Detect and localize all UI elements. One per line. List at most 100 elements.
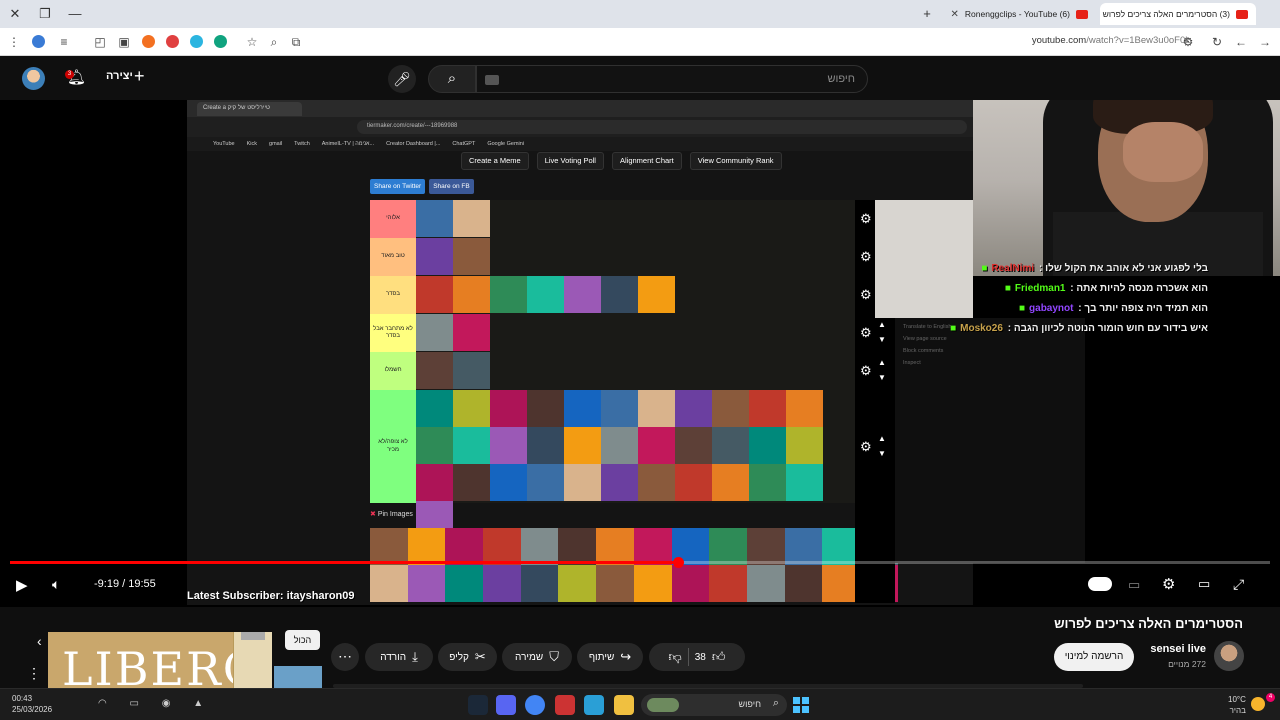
download-button[interactable]: ⤓ הורדה bbox=[365, 643, 433, 671]
more-actions-button[interactable]: ⋯ bbox=[331, 643, 359, 671]
streamer-thumbnail bbox=[453, 390, 490, 427]
streamer-thumbnail bbox=[749, 464, 786, 501]
telegram-icon[interactable] bbox=[584, 695, 604, 715]
extension-icon[interactable] bbox=[142, 35, 155, 48]
share-button[interactable]: ↪ שיתוף bbox=[577, 643, 643, 671]
tier-settings-icon: ⚙ bbox=[860, 287, 872, 302]
share-icon: ↪ bbox=[620, 649, 632, 664]
steam-icon[interactable] bbox=[468, 695, 488, 715]
chat-message: הוא אשכרה מנסה להיות אתה : Friedman1■ bbox=[1005, 283, 1208, 294]
theater-mode-icon[interactable]: ▭ bbox=[1198, 576, 1210, 592]
search-icon[interactable]: ⌕ bbox=[428, 65, 476, 93]
tier-tiles bbox=[416, 352, 886, 389]
more-vert-icon[interactable]: ⋮ bbox=[27, 665, 41, 682]
bookmark-star-icon[interactable]: ☆ bbox=[244, 34, 260, 50]
taskbar-search[interactable]: חיפוש ⌕ bbox=[641, 694, 787, 716]
streamer-thumbnail bbox=[453, 200, 490, 237]
streamer-thumbnail bbox=[675, 464, 712, 501]
recording-icon[interactable] bbox=[555, 695, 575, 715]
play-icon[interactable]: ▶ bbox=[16, 576, 28, 594]
channel-name[interactable]: sensei live bbox=[1150, 643, 1206, 655]
reload-icon[interactable]: ↻ bbox=[1209, 34, 1225, 50]
tab-active[interactable]: (3) הסטרימרים האלה צריכים לפרוש ✕ bbox=[1100, 3, 1256, 25]
tab-title: (3) הסטרימרים האלה צריכים לפרוש bbox=[1102, 9, 1230, 19]
minimize-window-icon[interactable]: — bbox=[66, 5, 84, 23]
tooltip: הכול bbox=[285, 630, 320, 650]
extension-icon[interactable] bbox=[214, 35, 227, 48]
chrome-icon[interactable] bbox=[525, 695, 545, 715]
site-info-icon[interactable]: ⚙ bbox=[1180, 34, 1196, 50]
streamer-thumbnail bbox=[453, 427, 490, 464]
pin-image bbox=[407, 565, 446, 602]
windows-start-icon[interactable] bbox=[793, 697, 809, 713]
install-app-icon[interactable]: ⧉ bbox=[288, 34, 304, 50]
menu-dots-icon[interactable]: ⋮ bbox=[6, 34, 22, 50]
chat-text: בלי לפגוע אני לא אוהב את הקול שלו bbox=[1045, 263, 1208, 274]
settings-icon[interactable]: ⚙ bbox=[1162, 575, 1175, 593]
extension-icon[interactable] bbox=[32, 35, 45, 48]
tab-list-icon[interactable]: ≡ bbox=[56, 34, 72, 50]
autoplay-toggle[interactable] bbox=[1088, 577, 1112, 591]
tier-label: אלוהי bbox=[370, 200, 416, 238]
account-avatar[interactable] bbox=[22, 67, 45, 90]
save-button[interactable]: ⛉ שמירה bbox=[502, 643, 572, 671]
forward-icon[interactable]: → bbox=[1257, 34, 1273, 50]
like-icon[interactable]: 👍︎ bbox=[712, 649, 726, 665]
extension-icon[interactable] bbox=[166, 35, 179, 48]
tab-inactive[interactable]: (6) Ronenggclips - YouTube ✕ bbox=[940, 3, 1096, 25]
inner-url: tiermaker.com/create/---18969988 bbox=[357, 120, 967, 134]
back-icon[interactable]: ← bbox=[1233, 34, 1249, 50]
dislike-icon[interactable]: 👎︎ bbox=[669, 649, 682, 665]
extensions-icon[interactable]: ◰ bbox=[92, 34, 108, 50]
close-window-icon[interactable]: ✕ bbox=[6, 5, 24, 23]
streamer-thumbnail bbox=[638, 390, 675, 427]
weather-widget[interactable]: 10°C בהיר bbox=[1228, 694, 1246, 716]
subscribe-button[interactable]: הרשמה למינוי bbox=[1054, 643, 1134, 671]
inner-bookmark: ChatGPT bbox=[452, 141, 476, 147]
chevron-down-icon: ▼ bbox=[878, 448, 886, 458]
create-plus-icon[interactable]: + bbox=[134, 66, 145, 87]
pin-images-grid bbox=[370, 528, 898, 602]
suggested-thumbnail[interactable] bbox=[274, 666, 322, 688]
chevron-left-icon[interactable]: ‹ bbox=[37, 633, 42, 649]
discord-icon[interactable] bbox=[496, 695, 516, 715]
streamer-thumbnail bbox=[416, 464, 453, 501]
pin-image bbox=[483, 528, 521, 565]
streamer-thumbnail bbox=[416, 352, 453, 389]
voice-search-icon[interactable]: 🎤︎ bbox=[388, 65, 416, 93]
inner-bookmark: Creator Dashboard |... bbox=[386, 141, 441, 147]
create-label[interactable]: יצירה bbox=[106, 70, 133, 82]
tray-icons[interactable]: ◠ ▭ ◉ ▲ bbox=[98, 698, 213, 709]
chat-message: הוא תמיד היה צופה יותר בך : gabaynot■ bbox=[1019, 303, 1208, 314]
streamer-thumbnail bbox=[564, 390, 601, 427]
pin-image bbox=[784, 528, 823, 565]
clip-button[interactable]: ✂ קליפ bbox=[438, 643, 497, 671]
chat-username: Mosko26 bbox=[960, 323, 1003, 334]
weather-label: בהיר bbox=[1229, 706, 1246, 715]
streamer-thumbnail bbox=[712, 427, 749, 464]
tier-settings-icon: ⚙ bbox=[860, 438, 872, 454]
progress-scrubber[interactable] bbox=[672, 557, 684, 568]
pin-image bbox=[671, 565, 710, 602]
channel-avatar[interactable] bbox=[1214, 641, 1244, 671]
fullscreen-icon[interactable]: ⤢ bbox=[1233, 576, 1244, 593]
video-player[interactable]: Create a טיירליסט של קיק tiermaker.com/c… bbox=[0, 100, 1280, 607]
keyboard-icon[interactable] bbox=[485, 75, 499, 85]
streamer-thumbnail bbox=[453, 238, 490, 275]
screenshot-icon[interactable]: ▣ bbox=[116, 34, 132, 50]
tab-close-icon[interactable]: ✕ bbox=[951, 9, 959, 20]
subtitles-icon[interactable]: ▭ bbox=[1128, 577, 1140, 593]
clock[interactable]: 00:43 25/03/2026 bbox=[12, 693, 52, 715]
pin-image bbox=[370, 528, 408, 565]
streamer-thumbnail bbox=[490, 276, 527, 313]
zoom-icon[interactable]: ⌕ bbox=[266, 34, 282, 50]
volume-icon[interactable]: 🔈︎ bbox=[52, 576, 60, 593]
extension-icon[interactable] bbox=[190, 35, 203, 48]
new-tab-icon[interactable]: + bbox=[918, 5, 936, 23]
streamer-thumbnail bbox=[601, 390, 638, 427]
file-explorer-icon[interactable] bbox=[614, 695, 634, 715]
restore-window-icon[interactable]: ❐ bbox=[36, 5, 54, 23]
url-field[interactable]: youtube.com/watch?v=1Bew3u0oF0k bbox=[1032, 35, 1190, 46]
search-input[interactable]: חיפוש bbox=[476, 65, 868, 93]
subscriber-count: 272 מנויים bbox=[1168, 659, 1206, 669]
